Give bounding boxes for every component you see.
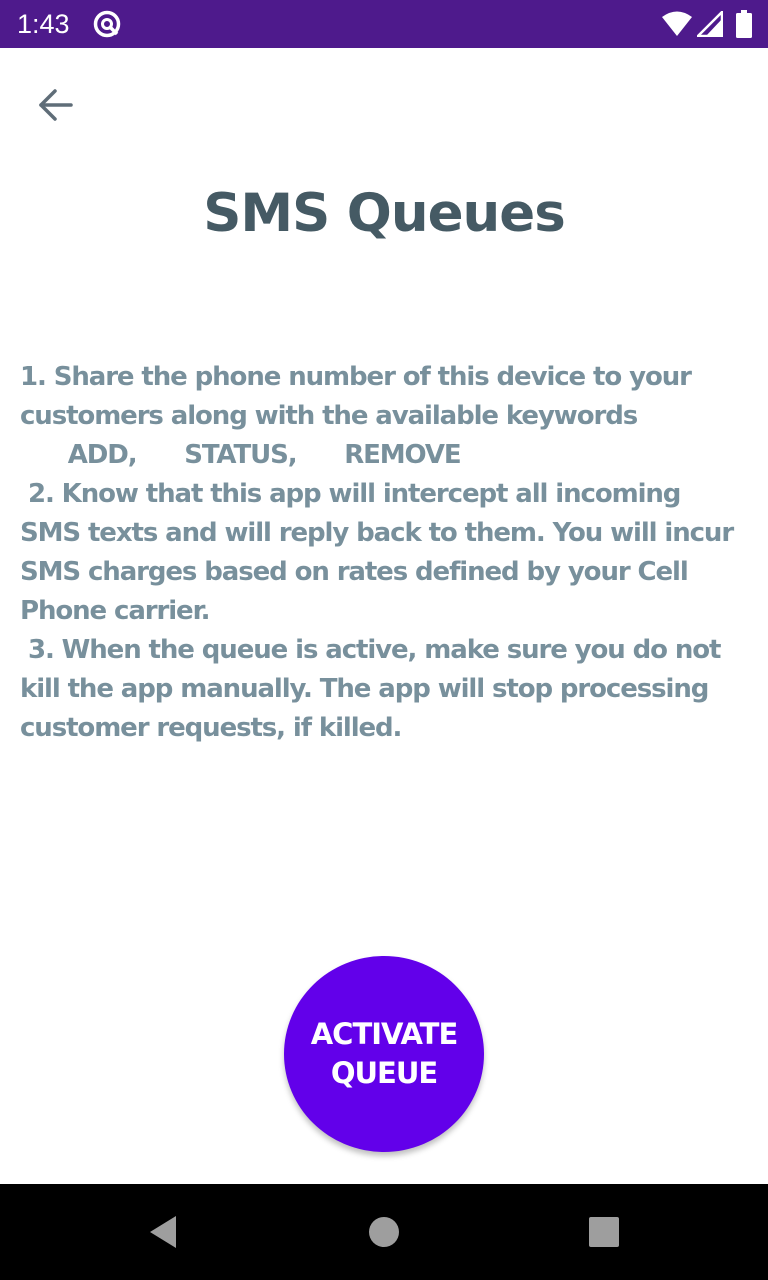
nav-back-icon[interactable] (144, 1213, 184, 1251)
signal-icon (697, 11, 723, 37)
nav-recents-icon[interactable] (586, 1214, 622, 1250)
wifi-icon (662, 11, 692, 36)
status-time: 1:43 (17, 9, 70, 39)
back-button[interactable] (28, 80, 84, 130)
battery-icon (736, 10, 752, 38)
app-notification-icon (93, 10, 121, 38)
status-bar: 1:43 (0, 0, 768, 48)
nav-home-icon[interactable] (366, 1214, 402, 1250)
activate-queue-label: ACTIVATE QUEUE (310, 1017, 459, 1090)
instructions-text: 1. Share the phone number of this device… (20, 362, 734, 743)
activate-queue-button[interactable]: ACTIVATE QUEUE (284, 956, 484, 1152)
screen: 1:43 SMS Queues 1. Share the phone numbe… (0, 0, 768, 1280)
arrow-left-icon (39, 89, 73, 121)
navigation-bar (0, 1184, 768, 1280)
page-title: SMS Queues (203, 183, 566, 244)
